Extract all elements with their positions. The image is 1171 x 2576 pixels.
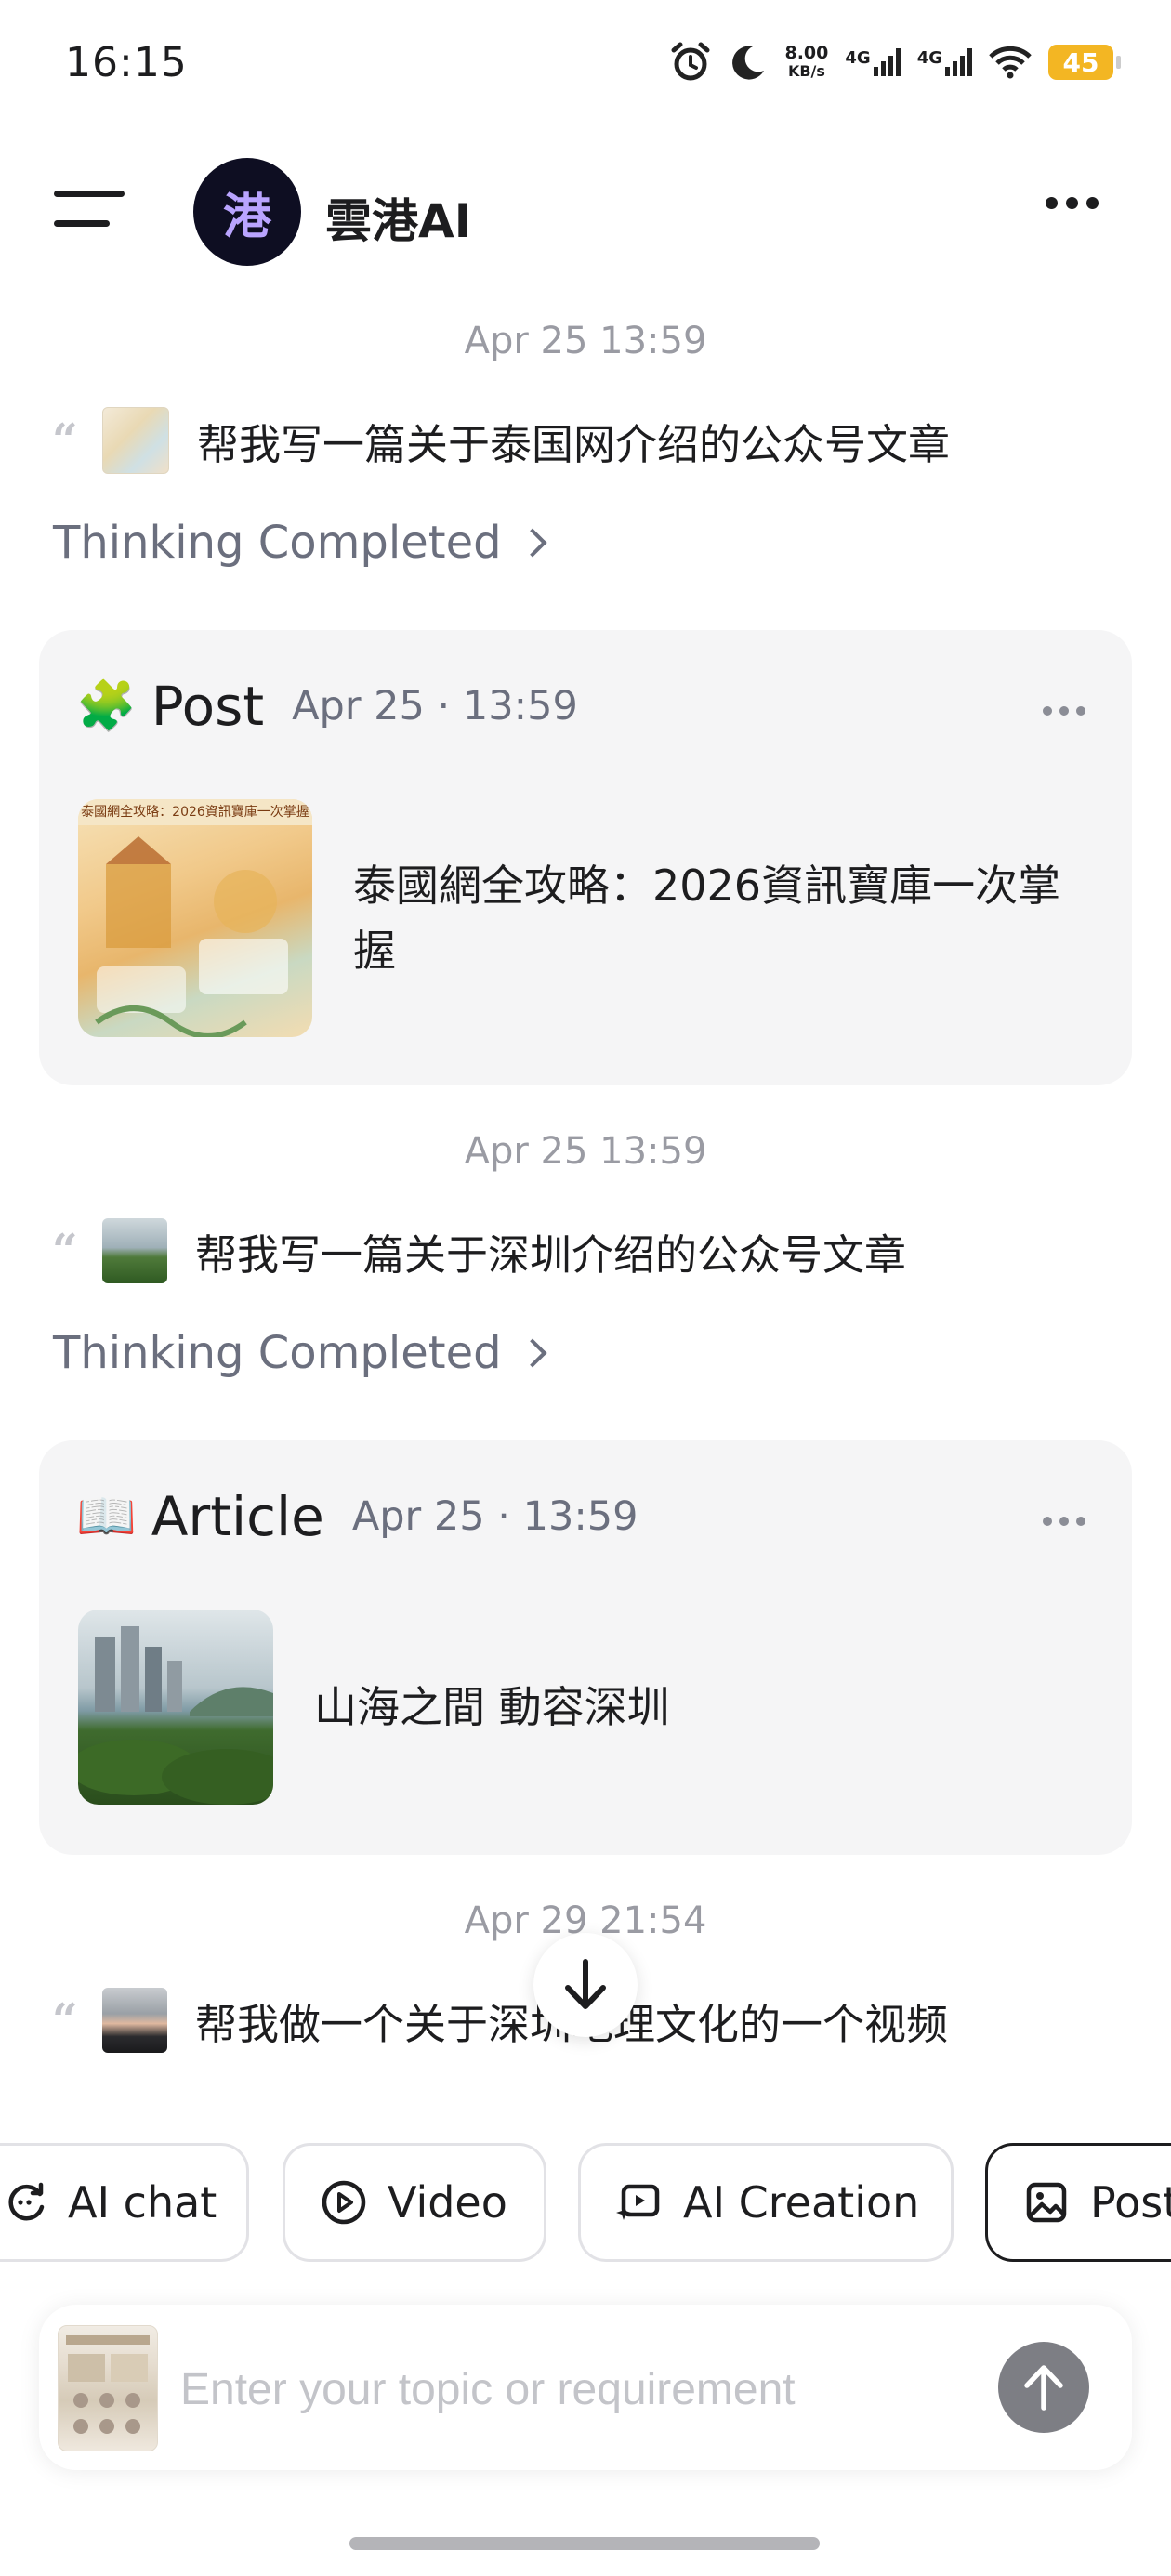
battery-icon: 45 [1048, 45, 1121, 80]
quote-icon: “ [52, 1225, 78, 1277]
chat-refresh-icon [5, 2179, 47, 2226]
arrow-up-icon [1024, 2365, 1063, 2411]
card-more-button[interactable] [1043, 1517, 1085, 1526]
post-thumbnail[interactable]: 泰國網全攻略：2026資訊寶庫一次掌握 [78, 799, 312, 1037]
chip-video[interactable]: Video [283, 2143, 546, 2262]
moon-icon [732, 46, 765, 80]
user-prompt: “ 帮我写一篇关于深圳介绍的公众号文章 [52, 1217, 906, 1284]
prompt-thumbnail[interactable] [102, 1988, 167, 2053]
chip-ai-chat[interactable]: AI chat [0, 2143, 249, 2262]
signal-icon: 4G [917, 48, 972, 76]
composer [39, 2305, 1132, 2470]
chip-ai-creation[interactable]: AI Creation [578, 2143, 954, 2262]
topic-input[interactable] [178, 2342, 1000, 2437]
post-title[interactable]: 泰國網全攻略：2026資訊寶庫一次掌握 [353, 853, 1087, 983]
chevron-right-icon [518, 1338, 547, 1368]
send-button[interactable] [998, 2342, 1089, 2433]
app-avatar: 港 [193, 158, 301, 266]
chip-post[interactable]: Post [985, 2143, 1171, 2262]
menu-button[interactable] [54, 191, 125, 233]
scroll-to-bottom-button[interactable] [533, 1933, 638, 2037]
card-more-button[interactable] [1043, 706, 1085, 716]
alarm-icon [671, 42, 710, 81]
net-speed: 8.00 KB/s [784, 43, 829, 80]
ai-creation-icon [616, 2179, 663, 2226]
puzzle-icon: 🧩 [76, 678, 137, 734]
play-circle-icon [321, 2179, 367, 2226]
user-prompt: “ 帮我写一篇关于泰国网介绍的公众号文章 [52, 407, 950, 474]
app-title: 雲港AI [325, 194, 472, 248]
timestamp: Apr 25 13:59 [464, 320, 707, 362]
article-thumbnail[interactable] [78, 1610, 273, 1805]
prompt-thumbnail[interactable] [102, 407, 169, 474]
quote-icon: “ [52, 1994, 78, 2046]
book-icon: 📖 [76, 1489, 137, 1544]
user-prompt: “ 帮我做一个关于深圳地理文化的一个视频 [52, 1987, 948, 2054]
arrow-down-icon [565, 1959, 606, 2009]
signal-icon: 4G [845, 48, 901, 76]
status-time: 16:15 [65, 39, 188, 86]
prompt-thumbnail[interactable] [102, 1218, 167, 1283]
quote-icon: “ [52, 414, 78, 467]
home-indicator[interactable] [349, 2537, 820, 2550]
attached-image-thumbnail[interactable] [58, 2325, 158, 2451]
post-card[interactable]: 🧩 Post Apr 25 · 13:59 泰國網全攻略：2026資訊寶庫一次掌… [39, 630, 1132, 1085]
more-options-button[interactable] [1046, 197, 1099, 209]
status-icons: 8.00 KB/s 4G 4G 45 [669, 39, 1121, 85]
image-icon [1023, 2179, 1070, 2226]
chevron-right-icon [518, 528, 547, 558]
article-card[interactable]: 📖 Article Apr 25 · 13:59 山海之間 動容深圳 [39, 1440, 1132, 1855]
article-title[interactable]: 山海之間 動容深圳 [314, 1675, 1095, 1740]
timestamp: Apr 25 13:59 [464, 1130, 707, 1173]
wifi-icon [989, 46, 1032, 79]
thinking-completed-toggle[interactable]: Thinking Completed [53, 1327, 547, 1379]
thinking-completed-toggle[interactable]: Thinking Completed [53, 517, 547, 569]
